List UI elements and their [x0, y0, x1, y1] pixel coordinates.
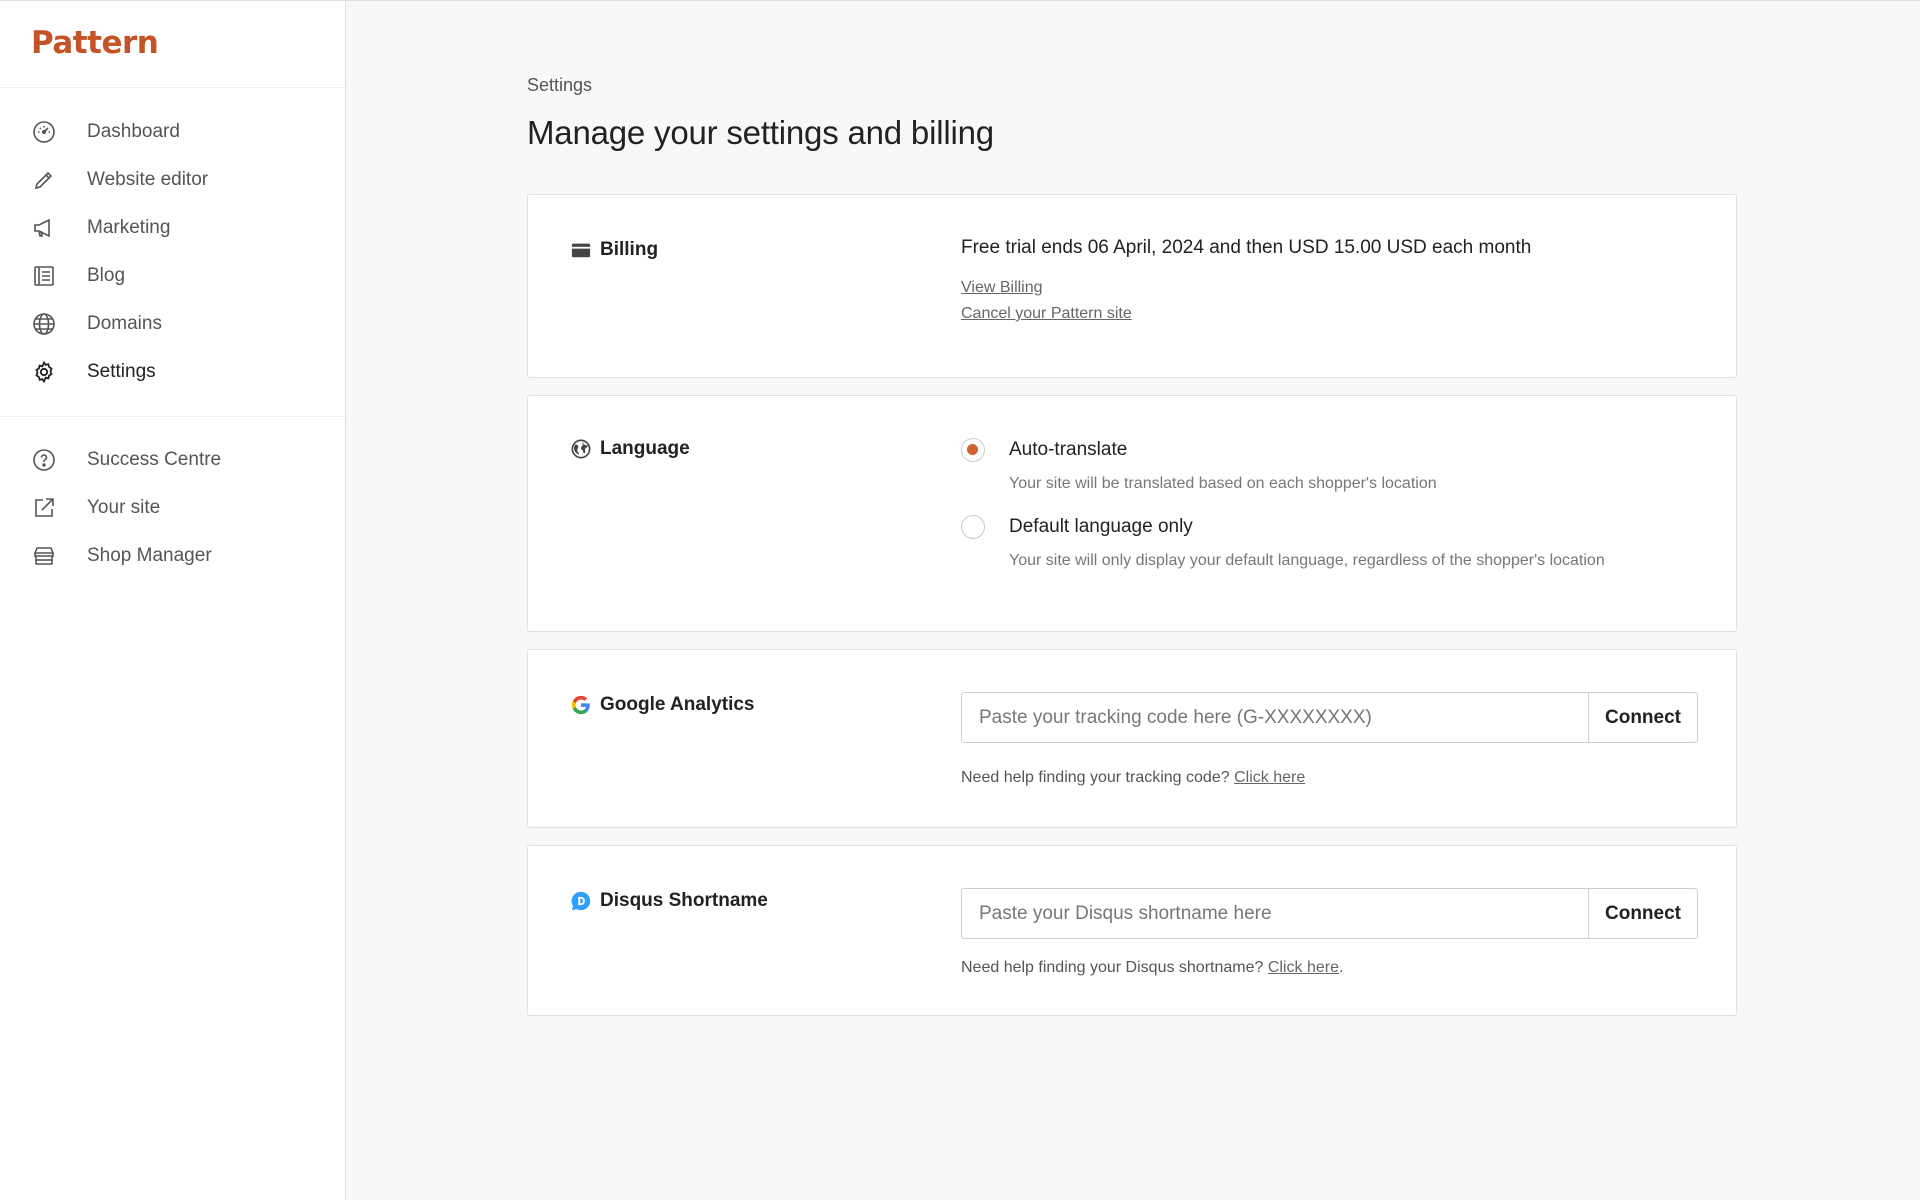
disqus-card: Disqus Shortname Connect Need help findi… [527, 845, 1737, 1016]
disqus-title-text: Disqus Shortname [600, 890, 768, 911]
billing-card: Billing Free trial ends 06 April, 2024 a… [527, 194, 1737, 378]
language-card: Language Auto-translate Your site will b… [527, 395, 1737, 632]
google-analytics-card: Google Analytics Connect Need help findi… [527, 649, 1737, 828]
sidebar-item-marketing[interactable]: Marketing [0, 204, 345, 252]
help-circle-icon [31, 447, 57, 473]
billing-status-text: Free trial ends 06 April, 2024 and then … [961, 237, 1532, 258]
auto-translate-description: Your site will be translated based on ea… [1009, 475, 1437, 492]
disqus-logo-icon [570, 890, 592, 912]
megaphone-icon [31, 215, 57, 241]
pencil-icon [31, 167, 57, 193]
auto-translate-option[interactable]: Auto-translate Your site will be transla… [961, 438, 1736, 495]
disqus-input-group: Connect [961, 888, 1698, 939]
disqus-help-link[interactable]: Click here [1268, 959, 1339, 976]
sidebar-item-label: Marketing [87, 217, 171, 238]
cancel-site-link[interactable]: Cancel your Pattern site [961, 305, 1736, 323]
disqus-help-suffix: . [1339, 959, 1344, 976]
sidebar-item-website-editor[interactable]: Website editor [0, 156, 345, 204]
sidebar-item-label: Website editor [87, 169, 209, 190]
dashboard-gauge-icon [31, 119, 57, 145]
globe-icon [31, 311, 57, 337]
gear-icon [31, 359, 57, 385]
sidebar-item-label: Success Centre [87, 449, 222, 470]
view-billing-link[interactable]: View Billing [961, 279, 1736, 297]
sidebar-nav: Dashboard Website editor Marketing Blog … [0, 88, 345, 600]
breadcrumb: Settings [527, 75, 593, 95]
sidebar-item-label: Shop Manager [87, 545, 212, 566]
default-language-option[interactable]: Default language only Your site will onl… [961, 515, 1736, 572]
auto-translate-label: Auto-translate [1009, 439, 1128, 460]
billing-title: Billing [570, 239, 658, 261]
page-title: Manage your settings and billing [527, 114, 994, 151]
sidebar: Pattern Dashboard Website editor Marketi… [0, 1, 346, 1200]
blog-document-icon [31, 263, 57, 289]
billing-title-text: Billing [600, 239, 659, 260]
disqus-help-text-label: Need help finding your Disqus shortname? [961, 959, 1264, 976]
sidebar-item-success-centre[interactable]: Success Centre [0, 436, 345, 484]
credit-card-icon [570, 239, 592, 261]
ga-help-text: Need help finding your tracking code? Cl… [961, 769, 1736, 787]
logo-container: Pattern [0, 1, 345, 88]
disqus-help-text: Need help finding your Disqus shortname?… [961, 959, 1736, 977]
sidebar-item-shop-manager[interactable]: Shop Manager [0, 532, 345, 580]
google-logo-icon [570, 694, 592, 716]
main-content: Settings Manage your settings and billin… [346, 1, 1920, 1200]
ga-connect-button[interactable]: Connect [1588, 692, 1698, 743]
sidebar-item-settings[interactable]: Settings [0, 348, 345, 396]
sidebar-item-domains[interactable]: Domains [0, 300, 345, 348]
sidebar-item-label: Domains [87, 313, 162, 334]
google-analytics-title: Google Analytics [570, 694, 755, 716]
google-analytics-title-text: Google Analytics [600, 694, 755, 715]
default-language-description: Your site will only display your default… [1009, 552, 1605, 569]
tracking-code-input-group: Connect [961, 692, 1698, 743]
sidebar-item-blog[interactable]: Blog [0, 252, 345, 300]
default-language-label: Default language only [1009, 516, 1193, 537]
brand-logo[interactable]: Pattern [31, 25, 159, 61]
sidebar-item-your-site[interactable]: Your site [0, 484, 345, 532]
default-language-radio[interactable] [961, 515, 985, 539]
globe-filled-icon [570, 438, 592, 460]
disqus-title: Disqus Shortname [570, 890, 768, 912]
secondary-nav-group: Success Centre Your site Shop Manager [0, 416, 345, 600]
sidebar-item-label: Your site [87, 497, 161, 518]
ga-help-link[interactable]: Click here [1234, 769, 1305, 786]
language-title: Language [570, 438, 690, 460]
disqus-shortname-input[interactable] [961, 888, 1588, 939]
sidebar-item-label: Settings [87, 361, 156, 382]
ga-help-text-label: Need help finding your tracking code? [961, 769, 1230, 786]
auto-translate-radio[interactable] [961, 438, 985, 462]
sidebar-item-dashboard[interactable]: Dashboard [0, 108, 345, 156]
language-title-text: Language [600, 438, 690, 459]
external-link-icon [31, 495, 57, 521]
storefront-icon [31, 543, 57, 569]
tracking-code-input[interactable] [961, 692, 1588, 743]
disqus-connect-button[interactable]: Connect [1588, 888, 1698, 939]
sidebar-item-label: Dashboard [87, 121, 180, 142]
sidebar-item-label: Blog [87, 265, 126, 286]
app-window: Pattern Dashboard Website editor Marketi… [0, 0, 1920, 1200]
primary-nav-group: Dashboard Website editor Marketing Blog … [0, 88, 345, 416]
